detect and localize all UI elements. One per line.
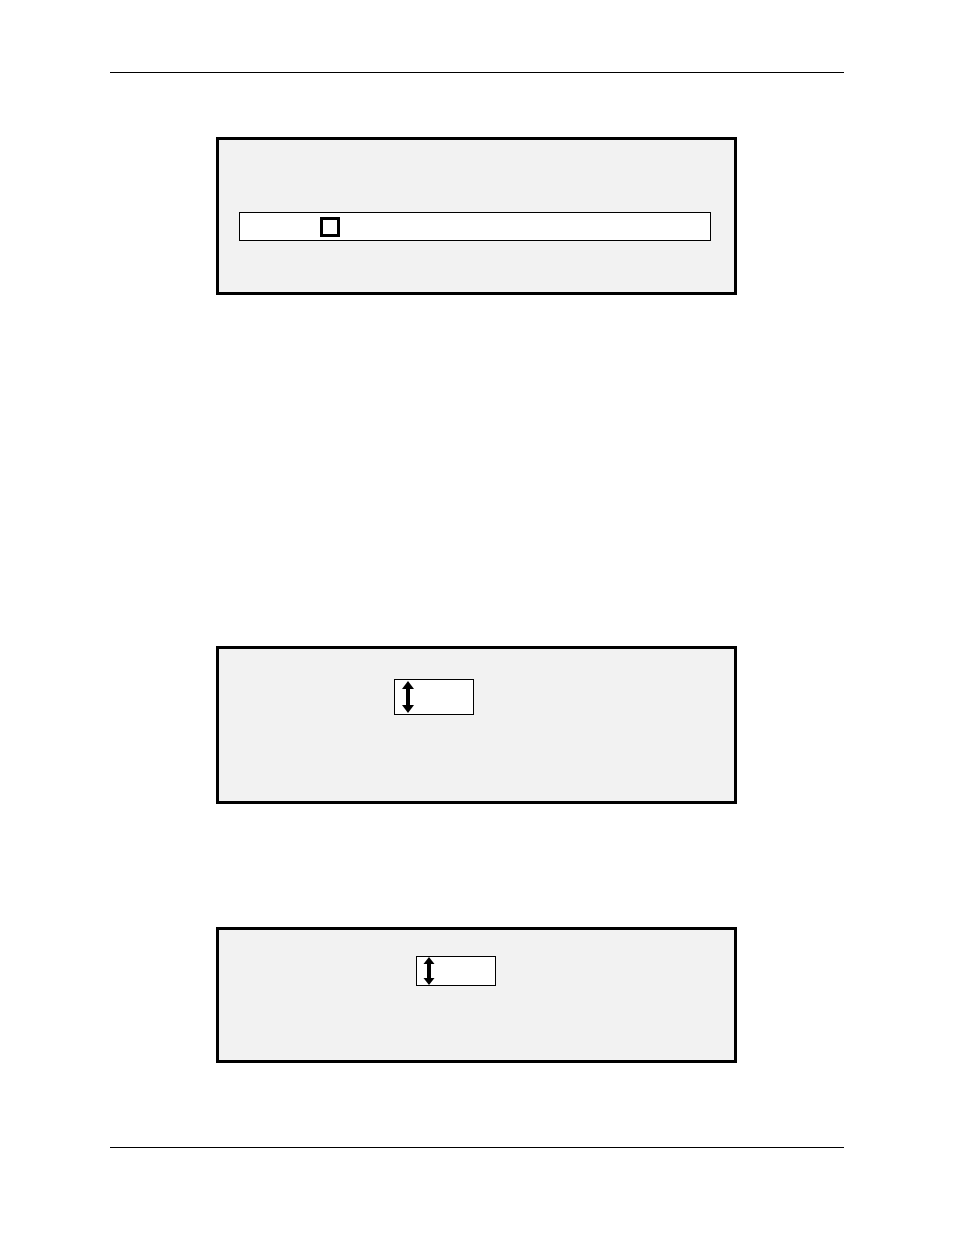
- figure-panel-3: [216, 927, 737, 1063]
- figure-panel-2: [216, 646, 737, 804]
- figure-panel-1: [216, 137, 737, 295]
- figure-2-value-box: [394, 679, 474, 715]
- figure-1-marker-square: [320, 217, 340, 237]
- top-horizontal-rule: [110, 72, 844, 73]
- figure-3-value-box: [416, 956, 496, 986]
- bottom-horizontal-rule: [110, 1147, 844, 1148]
- document-page: [0, 0, 954, 1235]
- figure-1-bar: [239, 212, 711, 241]
